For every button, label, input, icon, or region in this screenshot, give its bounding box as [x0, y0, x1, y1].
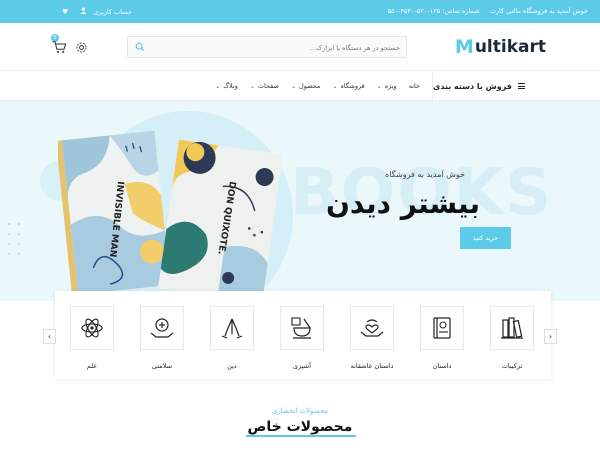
nav-item-pages[interactable]: صفحات ⌄ — [250, 82, 279, 90]
atom-icon — [81, 318, 103, 338]
heart-hand-icon — [360, 319, 384, 337]
category-label: سلامتی — [151, 362, 173, 370]
praying-hands-icon — [221, 318, 243, 339]
category-icon-box — [490, 306, 534, 350]
category-label: آشپزی — [293, 362, 311, 370]
category-icon-box — [210, 306, 254, 350]
cart-icon[interactable] — [52, 40, 67, 54]
nav-item-product[interactable]: محصول ⌄ — [291, 82, 320, 90]
nav-item-home[interactable]: خانه — [409, 82, 420, 90]
phone-text: شماره تماس: ۱۲۵-۵۲۰-۴۵۲۰-۵۵۰ — [387, 7, 480, 15]
logo-m: M — [454, 36, 474, 58]
logo-text: ultikart — [474, 37, 546, 57]
category-icon-box — [280, 306, 324, 350]
search-icon[interactable] — [135, 42, 145, 52]
header: M ultikart 0 — [0, 23, 600, 71]
nav-item-label: وبلاگ — [223, 82, 238, 90]
category-menu-button[interactable]: فروش با دسته بندی — [432, 71, 600, 101]
search-box — [127, 36, 407, 58]
category-item[interactable]: سلامتی — [137, 306, 187, 370]
category-label: داستان — [432, 362, 452, 370]
carousel-prev-arrow[interactable]: ‹ — [43, 329, 56, 344]
nav-item-label: محصول — [299, 82, 321, 90]
category-icon-box — [70, 306, 114, 350]
category-item[interactable]: علم — [67, 306, 117, 370]
hamburger-icon — [517, 83, 525, 89]
chevron-down-icon: ⌄ — [332, 82, 338, 90]
gear-icon[interactable] — [75, 41, 88, 54]
search-input[interactable] — [150, 40, 400, 55]
nav-item-featured[interactable]: ویژه ⌄ — [377, 82, 397, 90]
category-menu-label: فروش با دسته بندی — [433, 81, 512, 91]
category-carousel: ترکیبات داستان داستان عاشقانه آشپزی دین … — [55, 291, 551, 379]
category-label: دین — [227, 362, 237, 370]
books-icon — [501, 317, 523, 339]
carousel-next-arrow[interactable]: › — [544, 329, 557, 344]
book-icon — [433, 317, 451, 339]
logo[interactable]: M ultikart — [455, 36, 546, 58]
category-label: داستان عاشقانه — [350, 362, 394, 370]
hero-books-image: INVISIBLE MAN DON QUIXOTE. — [58, 130, 283, 301]
category-icon-box — [140, 306, 184, 350]
category-item[interactable]: ترکیبات — [487, 306, 537, 370]
user-account-icon[interactable] — [80, 7, 87, 16]
top-bar-links: ♥ حساب کاربری — [62, 7, 132, 16]
chevron-down-icon: ⌄ — [290, 82, 297, 90]
section-title-underline — [246, 435, 356, 437]
nav-menu: خانه ویژه ⌄ فروشگاه ⌄ محصول ⌄ صفحات ⌄ وب… — [215, 82, 420, 90]
section-title: محصولات خاص — [247, 419, 353, 435]
account-link[interactable]: حساب کاربری — [93, 8, 132, 16]
nav-item-label: خانه — [408, 82, 420, 90]
category-item[interactable]: آشپزی — [277, 306, 327, 370]
chevron-down-icon: ⌄ — [249, 82, 255, 90]
main-nav: فروش با دسته بندی خانه ویژه ⌄ فروشگاه ⌄ … — [0, 71, 600, 101]
top-bar: خوش آمدید به فروشگاه مالتی کارت شماره تم… — [0, 0, 600, 23]
nav-item-label: فروشگاه — [340, 82, 365, 90]
category-icon-box — [420, 306, 464, 350]
nav-item-label: ویژه — [384, 82, 397, 90]
nav-item-shop[interactable]: فروشگاه ⌄ — [332, 82, 364, 90]
hero-decor-dots — [4, 219, 24, 261]
category-label: ترکیبات — [501, 362, 523, 370]
chevron-down-icon: ⌄ — [215, 82, 221, 90]
hero-welcome-text: خوش آمدید به فروشگاه — [385, 170, 465, 179]
nav-item-blog[interactable]: وبلاگ ⌄ — [215, 82, 238, 90]
category-icon-box — [350, 306, 394, 350]
category-label: علم — [86, 362, 98, 370]
cooking-icon — [291, 317, 311, 339]
category-item[interactable]: داستان — [417, 306, 467, 370]
welcome-text: خوش آمدید به فروشگاه مالتی کارت — [489, 7, 588, 15]
hero-heading: بیشتر دیدن — [326, 187, 480, 220]
section-subtitle: محصولات انحصاری — [271, 407, 329, 415]
health-icon — [150, 318, 174, 338]
hero-banner: BOOKS INVISIBLE MAN DON QUIXOTE. خوش آمد… — [0, 101, 600, 301]
category-item[interactable]: دین — [207, 306, 257, 370]
hero-buy-button[interactable]: خرید کنید — [460, 227, 511, 249]
top-bar-info: خوش آمدید به فروشگاه مالتی کارت شماره تم… — [388, 7, 588, 15]
nav-item-label: صفحات — [257, 82, 279, 90]
chevron-down-icon: ⌄ — [376, 82, 382, 90]
wishlist-heart-icon[interactable]: ♥ — [62, 8, 68, 16]
category-item[interactable]: داستان عاشقانه — [347, 306, 397, 370]
